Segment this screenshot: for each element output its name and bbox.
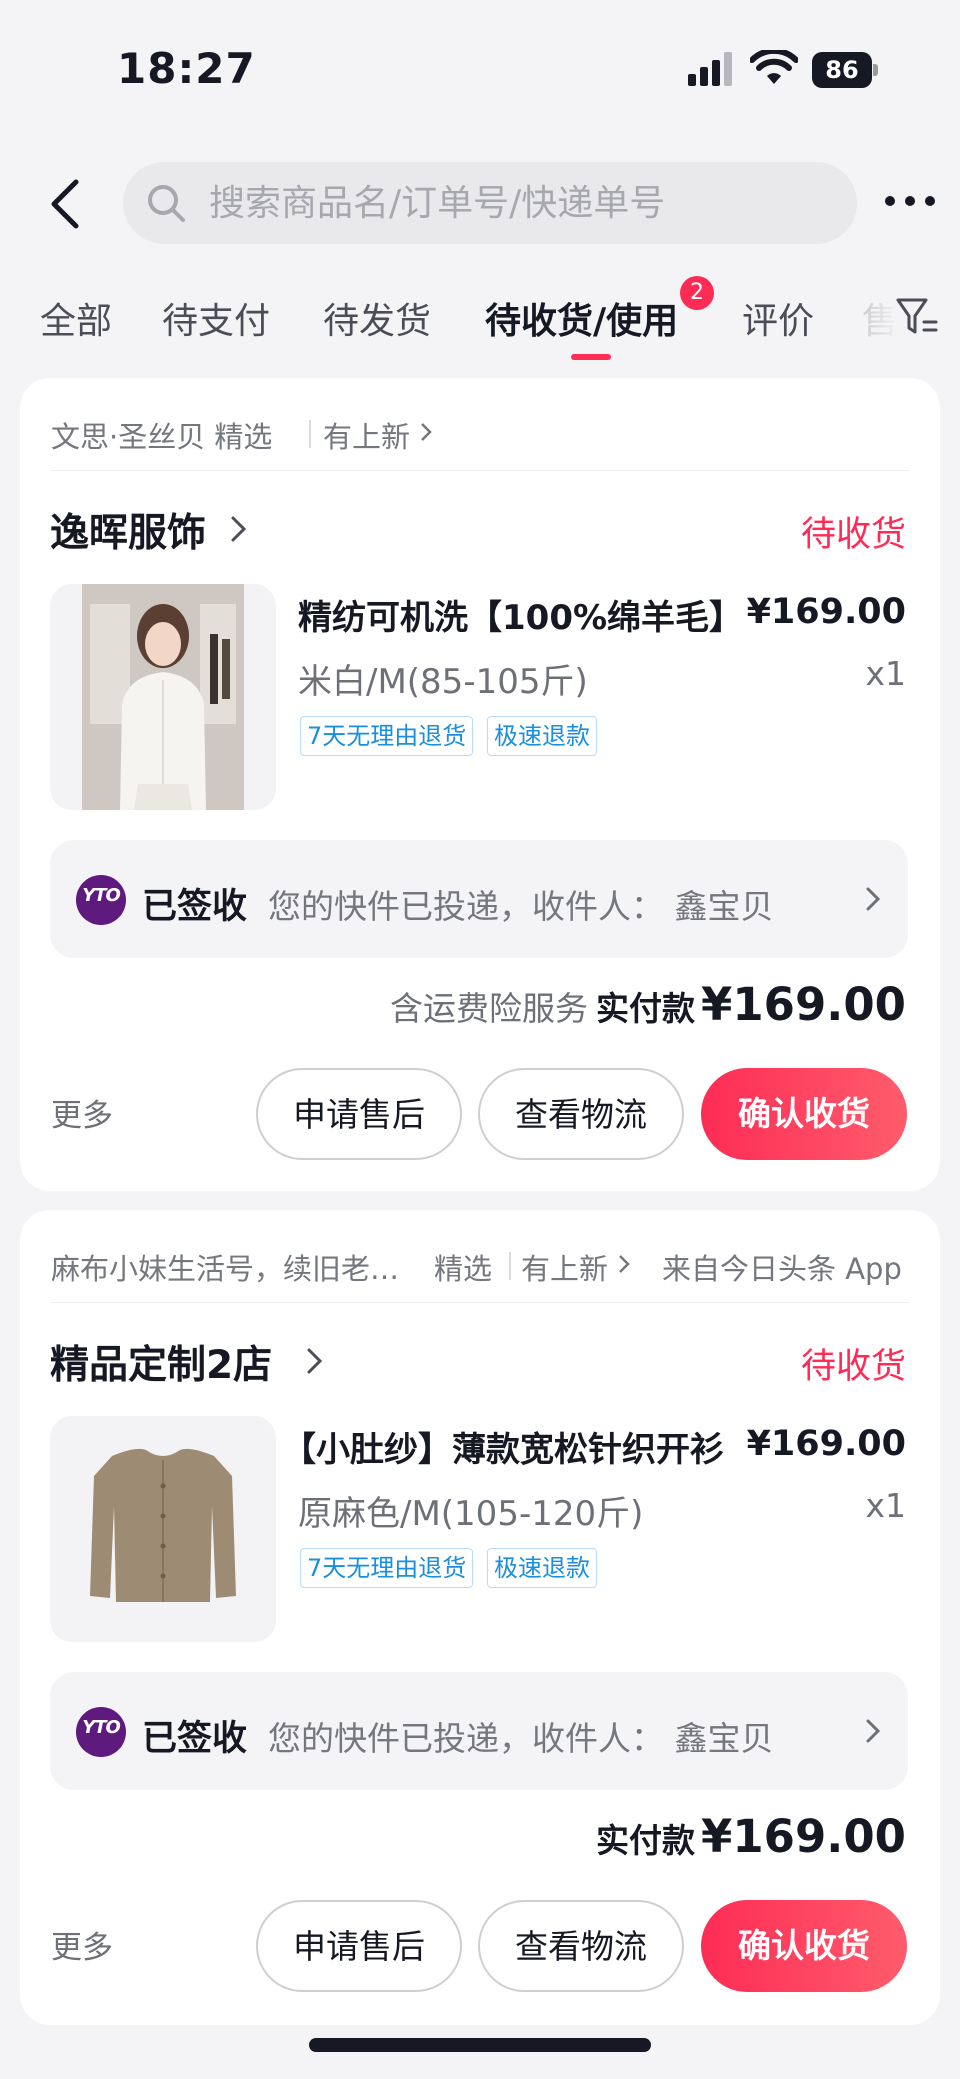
delivery-status: 已签收 bbox=[142, 1719, 248, 1759]
product-price: ¥169.00 bbox=[746, 1424, 906, 1464]
chevron-right-icon bbox=[231, 516, 247, 542]
chevron-right-icon bbox=[421, 423, 432, 441]
order-total: 实付款 ¥169.00 bbox=[588, 1810, 906, 1870]
courier-logo-icon: YTO bbox=[76, 1707, 126, 1757]
order-status: 待收货 bbox=[800, 1347, 906, 1387]
fast-refund-tag: 极速退款 bbox=[487, 716, 597, 756]
total-amount: ¥169.00 bbox=[701, 978, 906, 1031]
logistics-row[interactable]: YTO 已签收 您的快件已投递，收件人： 鑫宝贝 bbox=[50, 1672, 908, 1790]
tab-pending-shipment[interactable]: 待发货 bbox=[323, 292, 431, 344]
return-policy-tag: 7天无理由退货 bbox=[300, 1548, 474, 1588]
product-image[interactable] bbox=[50, 584, 276, 810]
battery-icon: 86 bbox=[812, 52, 878, 88]
after-sale-button[interactable]: 申请售后 bbox=[256, 1900, 462, 1992]
fast-refund-tag: 极速退款 bbox=[487, 1548, 597, 1588]
status-time: 18:27 bbox=[117, 44, 256, 93]
search-input[interactable] bbox=[209, 162, 829, 244]
source-row[interactable]: 文思·圣丝贝 精选 有上新 bbox=[51, 406, 911, 456]
confirm-receipt-button[interactable]: 确认收货 bbox=[701, 1068, 907, 1160]
total-label: 实付款 bbox=[596, 989, 696, 1028]
search-bar[interactable] bbox=[123, 162, 857, 244]
source-name: 文思·圣丝贝 精选 bbox=[51, 420, 273, 454]
product-title[interactable]: 精纺可机洗【100%绵羊毛】 bbox=[298, 590, 748, 639]
chevron-right-icon bbox=[307, 1348, 323, 1374]
tab-all[interactable]: 全部 bbox=[40, 292, 112, 344]
tab-pending-payment[interactable]: 待支付 bbox=[162, 292, 270, 344]
more-options-icon[interactable] bbox=[885, 190, 935, 214]
tab-review[interactable]: 评价 bbox=[742, 292, 814, 344]
courier-logo-icon: YTO bbox=[76, 875, 126, 925]
shop-name[interactable]: 精品定制2店 bbox=[50, 1334, 272, 1390]
back-arrow-icon[interactable] bbox=[44, 174, 92, 234]
product-quantity: x1 bbox=[865, 1486, 906, 1525]
return-policy-tag: 7天无理由退货 bbox=[300, 716, 474, 756]
total-amount: ¥169.00 bbox=[701, 1810, 906, 1863]
home-indicator[interactable] bbox=[309, 2038, 651, 2052]
product-sku: 米白/M(85-105斤) bbox=[298, 662, 588, 702]
shop-name[interactable]: 逸晖服饰 bbox=[50, 502, 206, 558]
more-actions-button[interactable]: 更多 bbox=[51, 1090, 113, 1135]
product-price: ¥169.00 bbox=[746, 592, 906, 632]
new-arrivals-link[interactable]: 有上新 bbox=[521, 1246, 608, 1288]
cellular-signal-icon bbox=[688, 52, 732, 86]
track-shipment-button[interactable]: 查看物流 bbox=[478, 1068, 684, 1160]
order-total: 含运费险服务 实付款 ¥169.00 bbox=[390, 978, 906, 1038]
source-row[interactable]: 麻布小妹生活号，续旧老物件 精选 有上新 来自今日头条 App bbox=[51, 1238, 911, 1288]
more-actions-button[interactable]: 更多 bbox=[51, 1922, 113, 1967]
status-bar: 18:27 86 bbox=[0, 0, 960, 140]
tab-pending-receipt[interactable]: 待收货/使用 bbox=[485, 292, 678, 344]
chevron-right-icon bbox=[866, 887, 881, 911]
chevron-right-icon bbox=[619, 1255, 630, 1273]
product-title[interactable]: 【小肚纱】薄款宽松针织开衫 bbox=[282, 1422, 748, 1471]
source-name: 麻布小妹生活号，续旧老物件 bbox=[51, 1252, 421, 1286]
logistics-row[interactable]: YTO 已签收 您的快件已投递，收件人： 鑫宝贝 bbox=[50, 840, 908, 958]
after-sale-button[interactable]: 申请售后 bbox=[256, 1068, 462, 1160]
source-app-label: 来自今日头条 App bbox=[662, 1252, 902, 1286]
delivery-status: 已签收 bbox=[142, 887, 248, 927]
header bbox=[0, 150, 960, 260]
confirm-receipt-button[interactable]: 确认收货 bbox=[701, 1900, 907, 1992]
order-tabs: 全部 待支付 待发货 待收货/使用 2 评价 售 bbox=[0, 268, 960, 364]
product-image[interactable] bbox=[50, 1416, 276, 1642]
tab-count-badge: 2 bbox=[680, 276, 714, 310]
order-status: 待收货 bbox=[800, 515, 906, 555]
order-card[interactable]: 文思·圣丝贝 精选 有上新 逸晖服饰 待收货 精纺可机洗【100%绵羊毛】 ¥1… bbox=[20, 378, 940, 1191]
track-shipment-button[interactable]: 查看物流 bbox=[478, 1900, 684, 1992]
delivery-message: 您的快件已投递，收件人： 鑫宝贝 bbox=[268, 1719, 774, 1758]
total-label: 实付款 bbox=[596, 1821, 696, 1860]
featured-label: 精选 bbox=[434, 1252, 493, 1286]
filter-icon[interactable] bbox=[894, 294, 940, 340]
new-arrivals-link[interactable]: 有上新 bbox=[323, 414, 410, 456]
shipping-insurance-note: 含运费险服务 bbox=[390, 989, 589, 1028]
search-icon bbox=[148, 185, 185, 222]
chevron-right-icon bbox=[866, 1719, 881, 1743]
product-quantity: x1 bbox=[865, 654, 906, 693]
order-card[interactable]: 麻布小妹生活号，续旧老物件 精选 有上新 来自今日头条 App 精品定制2店 待… bbox=[20, 1210, 940, 2025]
wifi-icon bbox=[750, 50, 798, 84]
product-sku: 原麻色/M(105-120斤) bbox=[298, 1494, 644, 1534]
delivery-message: 您的快件已投递，收件人： 鑫宝贝 bbox=[268, 887, 774, 926]
battery-level: 86 bbox=[812, 52, 872, 88]
active-tab-indicator bbox=[571, 354, 611, 360]
